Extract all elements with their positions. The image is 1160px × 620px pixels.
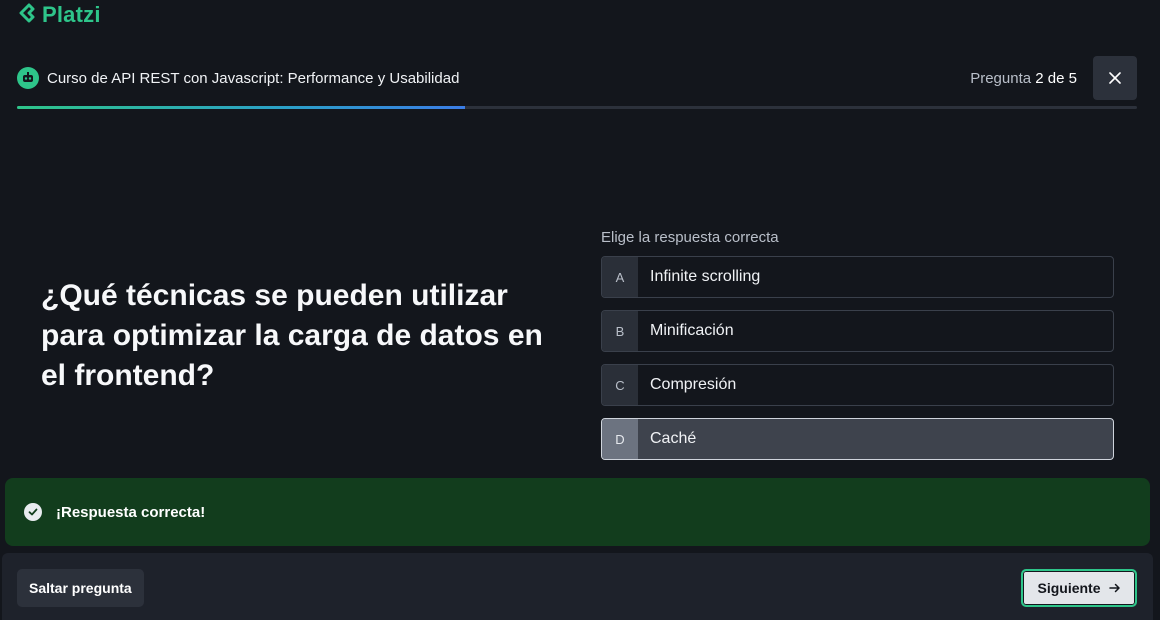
feedback-banner: ¡Respuesta correcta! [5, 478, 1150, 546]
check-circle-icon [24, 503, 42, 521]
option-letter: A [602, 257, 638, 297]
course-title: Curso de API REST con Javascript: Perfor… [47, 69, 460, 87]
skip-question-button[interactable]: Saltar pregunta [17, 569, 144, 607]
quiz-footer: Saltar pregunta Siguiente [2, 553, 1153, 620]
question-text: ¿Qué técnicas se pueden utilizar para op… [41, 279, 543, 392]
question-of: de [1047, 69, 1065, 87]
platzi-logo-icon [19, 3, 35, 23]
option-text: Caché [650, 430, 697, 447]
option-b[interactable]: B Minificación [601, 310, 1114, 352]
option-text: Compresión [650, 376, 737, 393]
option-text: Minificación [650, 322, 734, 339]
progress-bar [17, 106, 1137, 109]
option-c[interactable]: C Compresión [601, 364, 1114, 406]
close-icon [1109, 72, 1121, 84]
progress-fill [17, 106, 465, 109]
quiz-header: Curso de API REST con Javascript: Perfor… [17, 56, 1137, 100]
option-d[interactable]: D Caché [601, 418, 1114, 460]
platzi-logo-text: Platzi [42, 2, 101, 27]
question-total: 5 [1068, 69, 1077, 87]
answer-options: A Infinite scrolling B Minificación C Co… [601, 256, 1114, 472]
platzi-logo[interactable]: Platzi [18, 2, 101, 28]
option-letter: C [602, 365, 638, 405]
feedback-text: ¡Respuesta correcta! [56, 503, 206, 521]
next-button[interactable]: Siguiente [1021, 569, 1137, 607]
question-counter: Pregunta 2 de 5 [970, 70, 1077, 87]
option-letter: D [602, 419, 638, 459]
course-badge-icon [17, 67, 39, 89]
question-current: 2 [1035, 69, 1044, 87]
options-instructions: Elige la respuesta correcta [601, 229, 779, 246]
option-letter: B [602, 311, 638, 351]
next-button-label: Siguiente [1037, 580, 1101, 596]
option-text: Infinite scrolling [650, 268, 761, 285]
close-button[interactable] [1093, 56, 1137, 100]
option-a[interactable]: A Infinite scrolling [601, 256, 1114, 298]
question-counter-label: Pregunta [970, 69, 1032, 87]
arrow-right-icon [1108, 583, 1120, 593]
